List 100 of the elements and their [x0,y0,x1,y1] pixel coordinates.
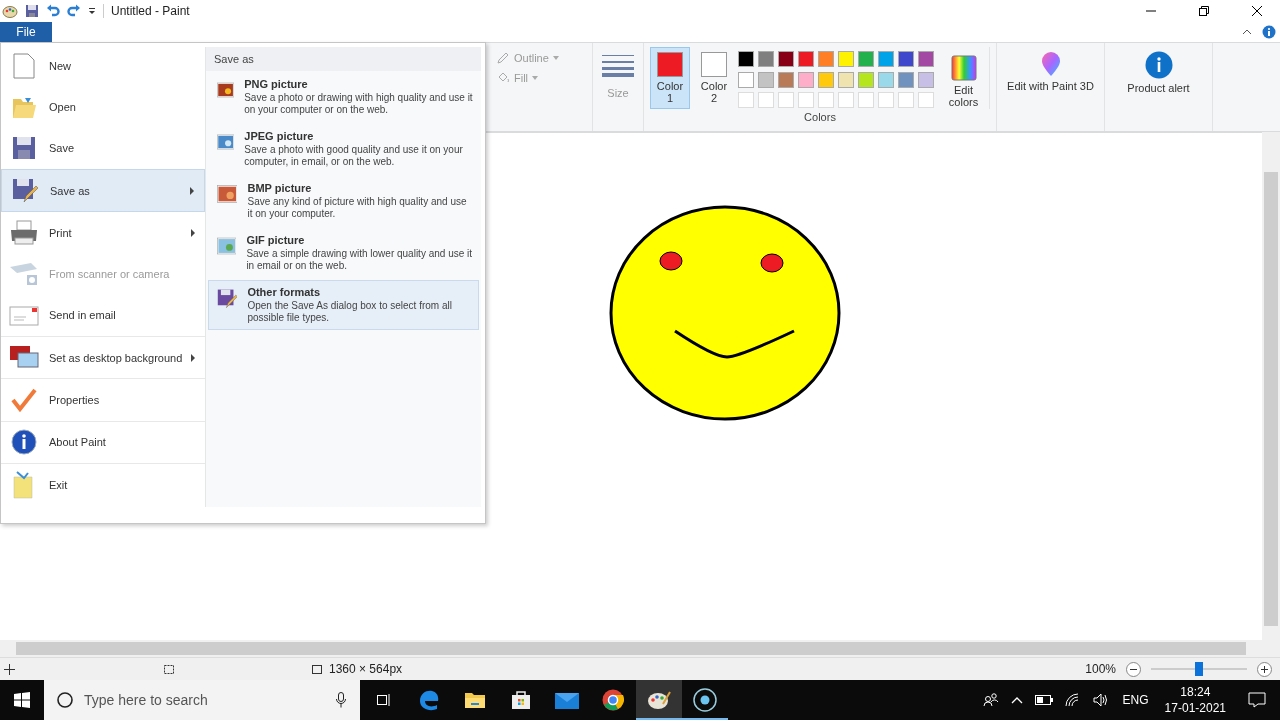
picture-thumbnail-icon [217,234,237,258]
horizontal-scrollbar[interactable] [0,640,1280,657]
selection-size-icon [161,663,175,675]
task-view-icon[interactable] [374,692,392,708]
collapse-ribbon-icon[interactable] [1242,29,1252,35]
move-cursor-icon [4,663,15,675]
file-menu-item[interactable]: About Paint [1,420,205,463]
palette-swatch[interactable] [898,51,914,67]
file-menu-item[interactable]: Open [1,86,205,128]
palette-swatch[interactable] [838,51,854,67]
zoom-slider-thumb[interactable] [1195,662,1203,676]
printer-icon [9,219,39,246]
palette-swatch[interactable] [758,71,774,88]
save-format-option[interactable]: JPEG picture Save a photo with good quality and use it on your computer, in email, or on the web. [208,124,479,174]
file-tab[interactable]: File [0,22,52,42]
record-button-icon [693,688,717,712]
redo-icon[interactable] [67,4,81,18]
chevron-up-icon[interactable] [1010,696,1023,704]
image-size-icon [309,663,323,675]
zoom-out-icon[interactable] [1126,661,1141,677]
panel-heading: Save as [206,47,481,71]
folder-icon [464,691,486,709]
palette-swatch[interactable] [738,71,754,88]
palette-swatch[interactable] [878,71,894,88]
taskbar-search-field[interactable]: Type here to search [44,680,360,720]
file-menu-item[interactable]: Print [1,212,205,254]
palette-swatch[interactable] [758,51,774,67]
palette-swatch[interactable] [918,71,934,88]
submenu-arrow-icon [191,353,195,362]
caret-icon [552,56,559,60]
palette-swatch[interactable] [918,51,934,67]
zoom-in-icon[interactable] [1257,661,1272,677]
microphone-icon[interactable] [336,692,346,708]
file-menu-item[interactable]: Exit [1,462,205,506]
submenu-arrow-icon [191,228,195,237]
paint-palette-icon [647,690,671,710]
group-label: Colors [804,111,836,123]
paint-bucket-icon [496,71,510,85]
zoom-level: 100% [1085,662,1116,676]
file-menu-item[interactable]: Save as [1,168,205,213]
palette-swatch[interactable] [898,71,914,88]
spectrum-icon [950,55,977,81]
palette-swatch[interactable] [818,71,834,88]
edit-with-paint-3d-button[interactable]: Edit with Paint 3D [997,43,1105,131]
undo-icon[interactable] [46,4,60,18]
file-menu-item[interactable]: Set as desktop background [1,336,205,379]
taskbar-app[interactable] [636,680,682,720]
picture-thumbnail-icon [217,182,238,206]
size-label: Size [607,87,629,99]
notifications-icon[interactable] [1248,692,1266,708]
restore-icon[interactable] [1199,6,1209,16]
caret-icon [532,76,539,80]
file-menu-item[interactable]: Send in email [1,294,205,337]
palette-swatch[interactable] [858,51,874,67]
customize-caret-icon[interactable] [88,7,96,15]
palette-swatch[interactable] [798,51,814,67]
product-alert-button[interactable]: Product alert [1105,43,1213,131]
line-width-icon [602,53,634,77]
chrome-browser-icon [602,689,624,711]
edit-colors-button[interactable]: Edit colors [938,47,990,109]
help-icon[interactable] [1262,25,1276,39]
pencil-icon [496,51,510,65]
info-icon [9,429,39,456]
wifi-icon[interactable] [1064,693,1081,707]
input-language[interactable]: ENG [1122,693,1149,707]
vertical-scrollbar[interactable] [1262,132,1280,640]
save-icon[interactable] [25,4,39,18]
color-slot-button[interactable]: Color 1 [650,47,690,109]
palette-swatch[interactable] [778,51,794,67]
windows-logo-icon [14,692,30,708]
palette-swatch[interactable] [818,51,834,67]
save-format-option[interactable]: GIF picture Save a simple drawing with lower quality and use it in email or on the web. [208,228,479,278]
save-format-option[interactable]: PNG picture Save a photo or drawing with high quality and use it on your computer or on the web. [208,72,479,122]
close-icon[interactable] [1252,6,1262,16]
battery-icon[interactable] [1034,695,1053,705]
palette-swatch[interactable] [778,71,794,88]
monitor-icon [9,344,39,371]
envelope-icon [9,304,39,327]
palette-swatch[interactable] [858,71,874,88]
color-slot-button[interactable]: Color 2 [694,47,734,109]
floppy-pencil-icon [10,177,40,204]
palette-swatch[interactable] [738,51,754,67]
file-menu-item[interactable]: Save [1,127,205,169]
envelope-icon [555,691,579,709]
image-dimensions: 1360 × 564px [329,662,403,676]
save-format-option[interactable]: Other formats Open the Save As dialog box to select from all possible file types. [208,280,479,330]
edge-browser-icon [418,689,440,711]
paint-app-icon [2,3,18,19]
palette-swatch[interactable] [838,71,854,88]
shopping-bag-icon [511,690,531,710]
people-icon[interactable] [982,693,999,707]
speaker-icon[interactable] [1092,693,1109,707]
scanner-icon [9,261,39,288]
clock[interactable]: 18:24 17-01-2021 [1164,684,1226,716]
submenu-arrow-icon [190,186,194,195]
palette-swatch[interactable] [798,71,814,88]
info-icon [1144,51,1173,79]
save-format-option[interactable]: BMP picture Save any kind of picture with high quality and use it on your computer. [208,176,479,226]
file-menu-item[interactable]: New [1,45,205,87]
palette-swatch[interactable] [878,51,894,67]
